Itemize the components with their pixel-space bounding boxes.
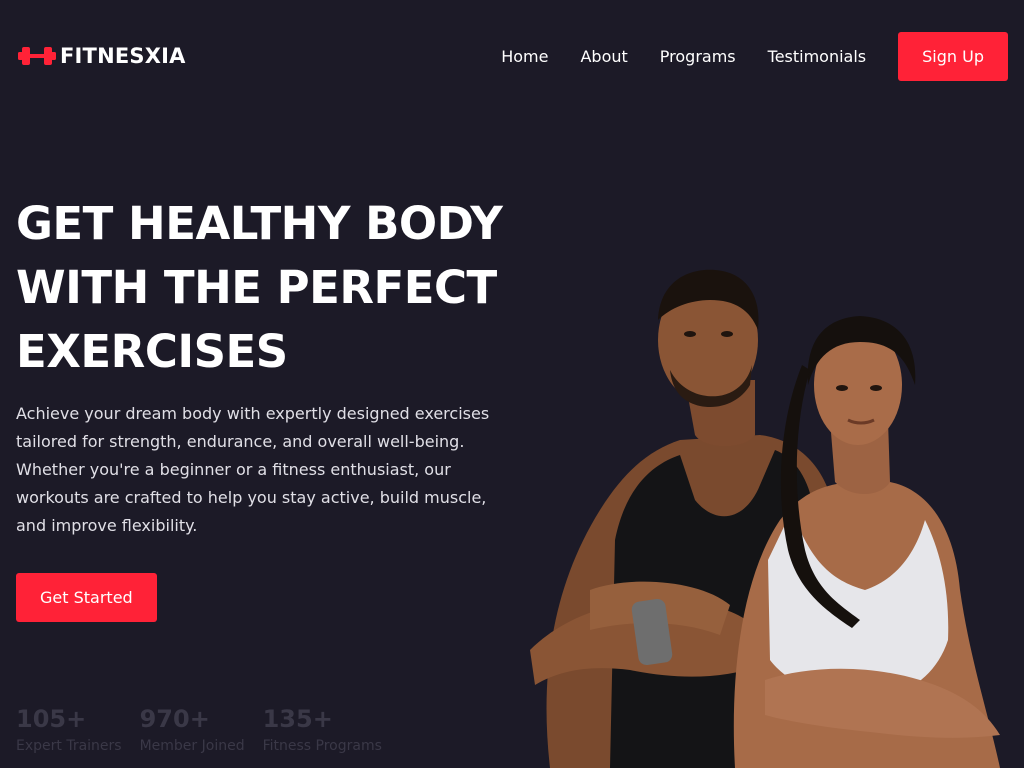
site-header: FITNESXIA Home About Programs Testimonia… [0,0,1024,112]
stat-trainers: 105+ Expert Trainers [16,704,122,758]
stat-value: 970+ [139,705,210,733]
landing-page: FITNESXIA Home About Programs Testimonia… [0,0,1024,768]
hero-title-line-2: WITH THE PERFECT [16,261,497,314]
nav-link-programs[interactable]: Programs [660,47,736,66]
main-nav: Home About Programs Testimonials Sign Up [469,31,1008,81]
brand-name: FITNESXIA [60,44,186,68]
nav-link-home[interactable]: Home [501,47,548,66]
stat-label: Fitness Programs [262,738,382,754]
logo[interactable]: FITNESXIA [18,44,186,68]
female-athlete-figure [733,316,1000,768]
hero-cta: Get Started [16,573,157,622]
hero-title-line-3: EXERCISES [16,325,288,378]
hero-description: Achieve your dream body with expertly de… [16,404,490,535]
sign-up-button[interactable]: Sign Up [898,31,1008,81]
stat-value: 135+ [262,705,333,733]
get-started-button[interactable]: Get Started [16,573,157,622]
stats-row: 105+ Expert Trainers 970+ Member Joined … [16,704,382,758]
nav-link-about[interactable]: About [580,47,627,66]
nav-link-testimonials[interactable]: Testimonials [768,47,867,66]
stat-programs: 135+ Fitness Programs [263,704,382,758]
hero-image-athletes [530,260,1024,768]
stat-value: 105+ [16,705,87,733]
dumbbell-icon [18,45,56,67]
stat-label: Member Joined [139,738,245,754]
hero-title: GET HEALTHY BODY WITH THE PERFECT EXERCI… [16,192,536,384]
stat-label: Expert Trainers [16,738,122,754]
stat-members: 970+ Member Joined [140,704,245,758]
hero-title-line-1: GET HEALTHY BODY [16,197,503,250]
